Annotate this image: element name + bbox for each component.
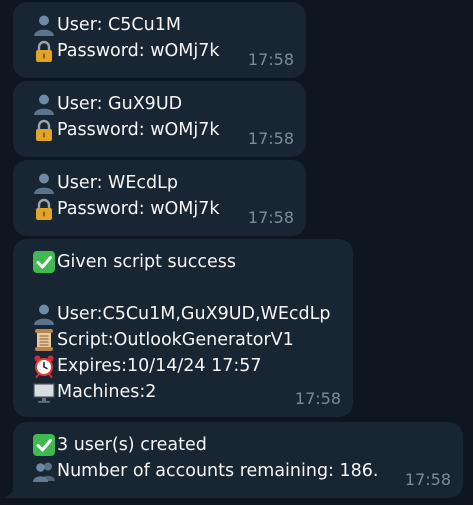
message-text: User:C5Cu1M,GuX9UD,WEcdLp bbox=[57, 304, 331, 324]
message-text: Expires:10/14/24 17:57 bbox=[57, 356, 262, 376]
message-text: Machines:2 bbox=[57, 382, 157, 402]
lock-icon bbox=[31, 38, 57, 64]
message-line: User: GuX9UD bbox=[31, 91, 292, 117]
users-icon bbox=[31, 458, 57, 484]
check-icon bbox=[31, 249, 57, 275]
message-text: 3 user(s) created bbox=[57, 435, 207, 455]
message-line: User:C5Cu1M,GuX9UD,WEcdLp bbox=[31, 301, 339, 327]
message-line: Number of accounts remaining: 186. bbox=[31, 458, 449, 484]
message-text: Password: wOMj7k bbox=[57, 41, 220, 61]
message-line: 3 user(s) created bbox=[31, 432, 449, 458]
message-text: Password: wOMj7k bbox=[57, 120, 220, 140]
check-icon bbox=[31, 432, 57, 458]
message-bubble[interactable]: User: C5Cu1M Password: wOMj7k 17:58 bbox=[13, 2, 306, 78]
scroll-icon bbox=[31, 327, 57, 353]
message-line: Script:OutlookGeneratorV1 bbox=[31, 327, 339, 353]
user-icon bbox=[31, 12, 57, 38]
message-bubble[interactable]: Given script success User:C5Cu1M,GuX9UD,… bbox=[13, 239, 353, 417]
message-line: Machines:2 bbox=[31, 379, 339, 405]
user-icon bbox=[31, 170, 57, 196]
message-text: User: WEcdLp bbox=[57, 173, 178, 193]
message-line: User: WEcdLp bbox=[31, 170, 292, 196]
user-icon bbox=[31, 301, 57, 327]
message-text: Number of accounts remaining: 186. bbox=[57, 461, 379, 481]
message-time: 17:58 bbox=[247, 50, 294, 69]
bubble-tail bbox=[3, 484, 17, 498]
message-line: Expires:10/14/24 17:57 bbox=[31, 353, 339, 379]
message-text: User: C5Cu1M bbox=[57, 15, 181, 35]
lock-icon bbox=[31, 117, 57, 143]
message-text: Password: wOMj7k bbox=[57, 199, 220, 219]
message-time: 17:58 bbox=[404, 470, 451, 489]
message-bubble[interactable]: 3 user(s) created Number of accounts rem… bbox=[13, 422, 463, 498]
message-bubble[interactable]: User: WEcdLp Password: wOMj7k 17:58 bbox=[13, 160, 306, 236]
alarm-clock-icon bbox=[31, 353, 57, 379]
message-time: 17:58 bbox=[247, 129, 294, 148]
lock-icon bbox=[31, 196, 57, 222]
message-line: Given script success bbox=[31, 249, 339, 275]
message-time: 17:58 bbox=[247, 208, 294, 227]
monitor-icon bbox=[31, 379, 57, 405]
user-icon bbox=[31, 91, 57, 117]
message-text: Given script success bbox=[57, 252, 236, 272]
message-text: User: GuX9UD bbox=[57, 94, 183, 114]
message-text: Script:OutlookGeneratorV1 bbox=[57, 330, 294, 350]
message-line: User: C5Cu1M bbox=[31, 12, 292, 38]
message-time: 17:58 bbox=[294, 389, 341, 408]
message-bubble[interactable]: User: GuX9UD Password: wOMj7k 17:58 bbox=[13, 81, 306, 157]
